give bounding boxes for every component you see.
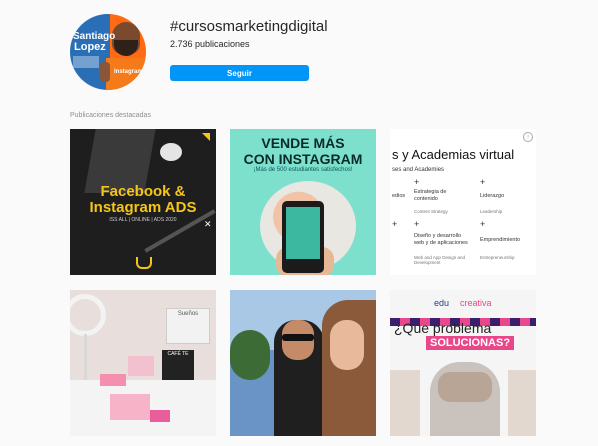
post-tile-desk[interactable]: Sueños CAFÉ TE <box>70 290 216 436</box>
post-tile-vende-mas[interactable]: VENDE MÁS CON INSTAGRAM ¡Más de 500 estu… <box>230 129 376 275</box>
plus-icon: + <box>480 219 486 229</box>
brand-logo-part1: edu <box>434 298 450 308</box>
profile-header: Santiago Lopez Instagram #cursosmarketin… <box>70 14 530 94</box>
brand-logo-part2: creativa <box>460 298 492 308</box>
post-title-line2: SOLUCIONAS? <box>426 336 515 350</box>
pink-box <box>128 356 154 376</box>
notebook-shape <box>110 394 150 420</box>
post-title-line2: Instagram ADS <box>89 199 197 216</box>
section-label: Publicaciones destacadas <box>70 112 151 119</box>
plus-icon: + <box>392 219 398 229</box>
logo-icon <box>136 257 152 269</box>
course-item-label: edios <box>392 193 406 199</box>
corner-icon <box>202 133 210 141</box>
letter-board: CAFÉ TE <box>162 350 194 380</box>
post-subtitle: ISS ALL | ONLINE | ADS 2020 <box>109 217 177 223</box>
tree-shape <box>230 330 270 380</box>
pink-box <box>100 374 126 386</box>
course-item-label: Emprendimiento <box>480 237 521 243</box>
woman-face <box>330 320 364 370</box>
course-item-label: Diseño y desarrollo web y de aplicacione… <box>414 233 468 246</box>
course-item-label: Estrategia de contenido <box>414 189 447 202</box>
post-tile-couple[interactable] <box>230 290 376 436</box>
post-title-line1: Facebook & <box>100 183 186 200</box>
pink-object <box>150 410 170 422</box>
course-item-caption: Content Strategy <box>414 209 448 214</box>
post-tile-facebook-ads[interactable]: Facebook & Instagram ADS ISS ALL | ONLIN… <box>70 129 216 275</box>
post-title-line2: CON INSTAGRAM <box>243 151 363 167</box>
post-subtitle: ¡Más de 500 estudiantes satisfechos! <box>253 167 353 173</box>
side-photo <box>508 370 536 436</box>
avatar-thumb <box>100 62 110 82</box>
ring-light-icon <box>70 294 106 336</box>
post-count: 2.736 publicaciones <box>170 39 250 49</box>
post-tile-educreativa[interactable]: edu creativa ¿Que problema SOLUCIONAS? <box>390 290 536 436</box>
sunglasses-icon <box>282 334 314 341</box>
follow-button[interactable]: Seguir <box>170 65 309 81</box>
phone-screen <box>286 207 320 259</box>
course-item-caption: Entrepreneurship <box>480 255 515 260</box>
post-tile-academias[interactable]: i s y Academias virtual ses and Academie… <box>390 129 536 275</box>
plus-icon: + <box>480 177 486 187</box>
avatar-text-block <box>73 56 99 68</box>
profile-avatar[interactable]: Santiago Lopez Instagram <box>70 14 146 90</box>
course-item-caption: Web and App Design and Development <box>414 255 465 265</box>
post-title-line1: VENDE MÁS <box>261 135 345 151</box>
plus-icon: + <box>414 219 420 229</box>
sign-board: Sueños <box>166 308 210 344</box>
side-photo <box>390 370 420 436</box>
close-icon: ✕ <box>204 219 212 229</box>
post-title-line1: ¿Que problema <box>394 320 492 336</box>
avatar-brand: Instagram <box>114 69 143 75</box>
avatar-name-line2: Lopez <box>74 41 106 53</box>
course-item-caption: Leadership <box>480 209 503 214</box>
cup-shape <box>160 143 182 161</box>
post-subheader: ses and Academies <box>392 167 445 173</box>
post-header: s y Academias virtual <box>392 147 515 162</box>
course-item-label: Liderazgo <box>480 193 505 199</box>
hands-shape <box>438 372 492 402</box>
info-icon: i <box>523 132 533 142</box>
plus-icon: + <box>414 177 420 187</box>
hashtag-title: #cursosmarketingdigital <box>170 18 328 35</box>
